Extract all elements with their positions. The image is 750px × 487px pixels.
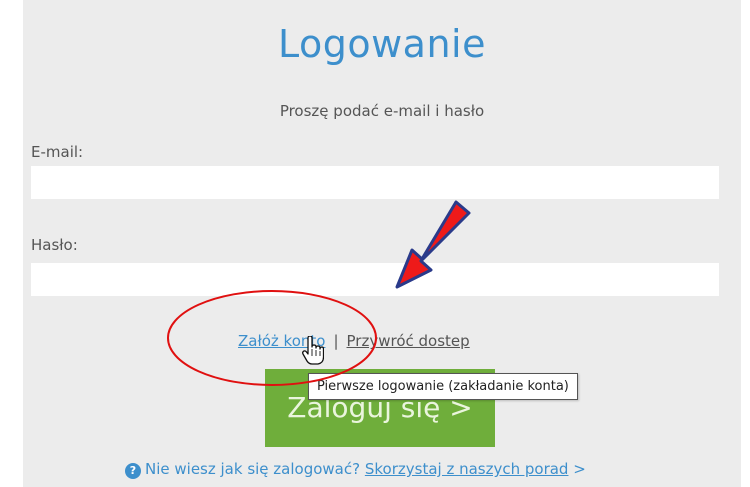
help-link[interactable]: Skorzystaj z naszych porad xyxy=(365,460,569,478)
password-input[interactable] xyxy=(31,263,719,296)
tooltip: Pierwsze logowanie (zakładanie konta) xyxy=(308,373,578,400)
account-links: Załóż konto | Przywróć dostep xyxy=(238,332,470,350)
help-arrow: > xyxy=(573,460,586,478)
help-question: Nie wiesz jak się zalogować? xyxy=(145,460,361,478)
email-label: E-mail: xyxy=(31,143,84,161)
password-label: Hasło: xyxy=(31,236,78,254)
page-title: Logowanie xyxy=(277,22,486,66)
help-row: ? Nie wiesz jak się zalogować? Skorzystaj… xyxy=(125,460,586,479)
email-input[interactable] xyxy=(31,166,719,199)
link-separator: | xyxy=(333,332,339,350)
restore-access-link[interactable]: Przywróć dostep xyxy=(347,332,470,350)
hand-pointer-icon xyxy=(302,336,324,365)
page-subtitle: Proszę podać e-mail i hasło xyxy=(279,102,485,120)
question-circle-icon: ? xyxy=(125,463,141,479)
